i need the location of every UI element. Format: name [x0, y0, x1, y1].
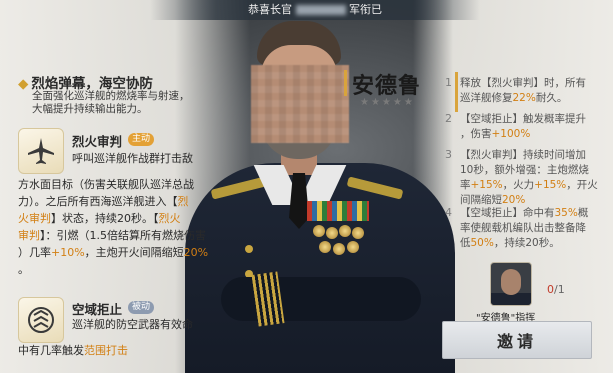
talent-2-num: 2: [445, 112, 452, 125]
star-rating: ★★★★★: [360, 97, 415, 108]
skill-2-tag: 被动: [128, 301, 155, 314]
invite-button[interactable]: 邀请: [442, 321, 592, 359]
talent-1-text: 释放【烈火审判】时，所有 巡洋舰修复22%耐久。: [460, 77, 586, 104]
skill-2-line1: 巡洋舰的防空武器有效命: [72, 318, 193, 331]
talent-3-text: 【烈火审判】持续时间增加 10秒，额外增强：主炮燃烧 率+15%，火力+15%，…: [460, 149, 598, 206]
talent-2-text: 【空域拒止】触发概率提升 ，伤害+100%: [460, 113, 586, 140]
fleet-skill-title: ◆ 烈焰弹幕，海空协防: [18, 76, 153, 92]
medals: [313, 225, 365, 259]
medal-ribbons: [307, 201, 369, 221]
talent-3-num: 3: [445, 148, 452, 161]
token-count: 0/1: [547, 283, 565, 296]
skill-1-title: 烈火审判: [72, 134, 123, 149]
skill-2-line2: 中有几率触发范围打击: [18, 344, 128, 357]
aircraft-icon[interactable]: [18, 128, 64, 174]
face-mosaic: [251, 65, 349, 143]
talent-4-num: 4: [445, 206, 452, 219]
diamond-icon: ◆: [18, 76, 29, 92]
skill-1-line1: 呼叫巡洋舰作战群打击敌: [72, 152, 193, 165]
commander-token-avatar: [490, 262, 532, 306]
shield-icon[interactable]: [18, 297, 64, 343]
talent-4-text: 【空域拒止】命中有35%概 率使舰载机编队出击整备降 低50%，持续20秒。: [460, 207, 589, 249]
talent-1-num: 1: [445, 76, 452, 89]
commander-name: 安德鲁: [352, 74, 422, 99]
name-accent-bar: [344, 70, 347, 96]
skill-1-desc: 方水面目标（伤害关联舰队巡洋总战 力）。之后所有西海巡洋舰进入【烈 火审判】状态…: [18, 178, 209, 276]
banner-redacted-name: [295, 5, 346, 15]
talent-line-1: [455, 72, 458, 112]
fleet-skill-desc: 全面强化巡洋舰的燃烧率与射速， 大幅提升持续输出能力。: [32, 90, 190, 115]
skill-1-tag: 主动: [128, 133, 155, 146]
